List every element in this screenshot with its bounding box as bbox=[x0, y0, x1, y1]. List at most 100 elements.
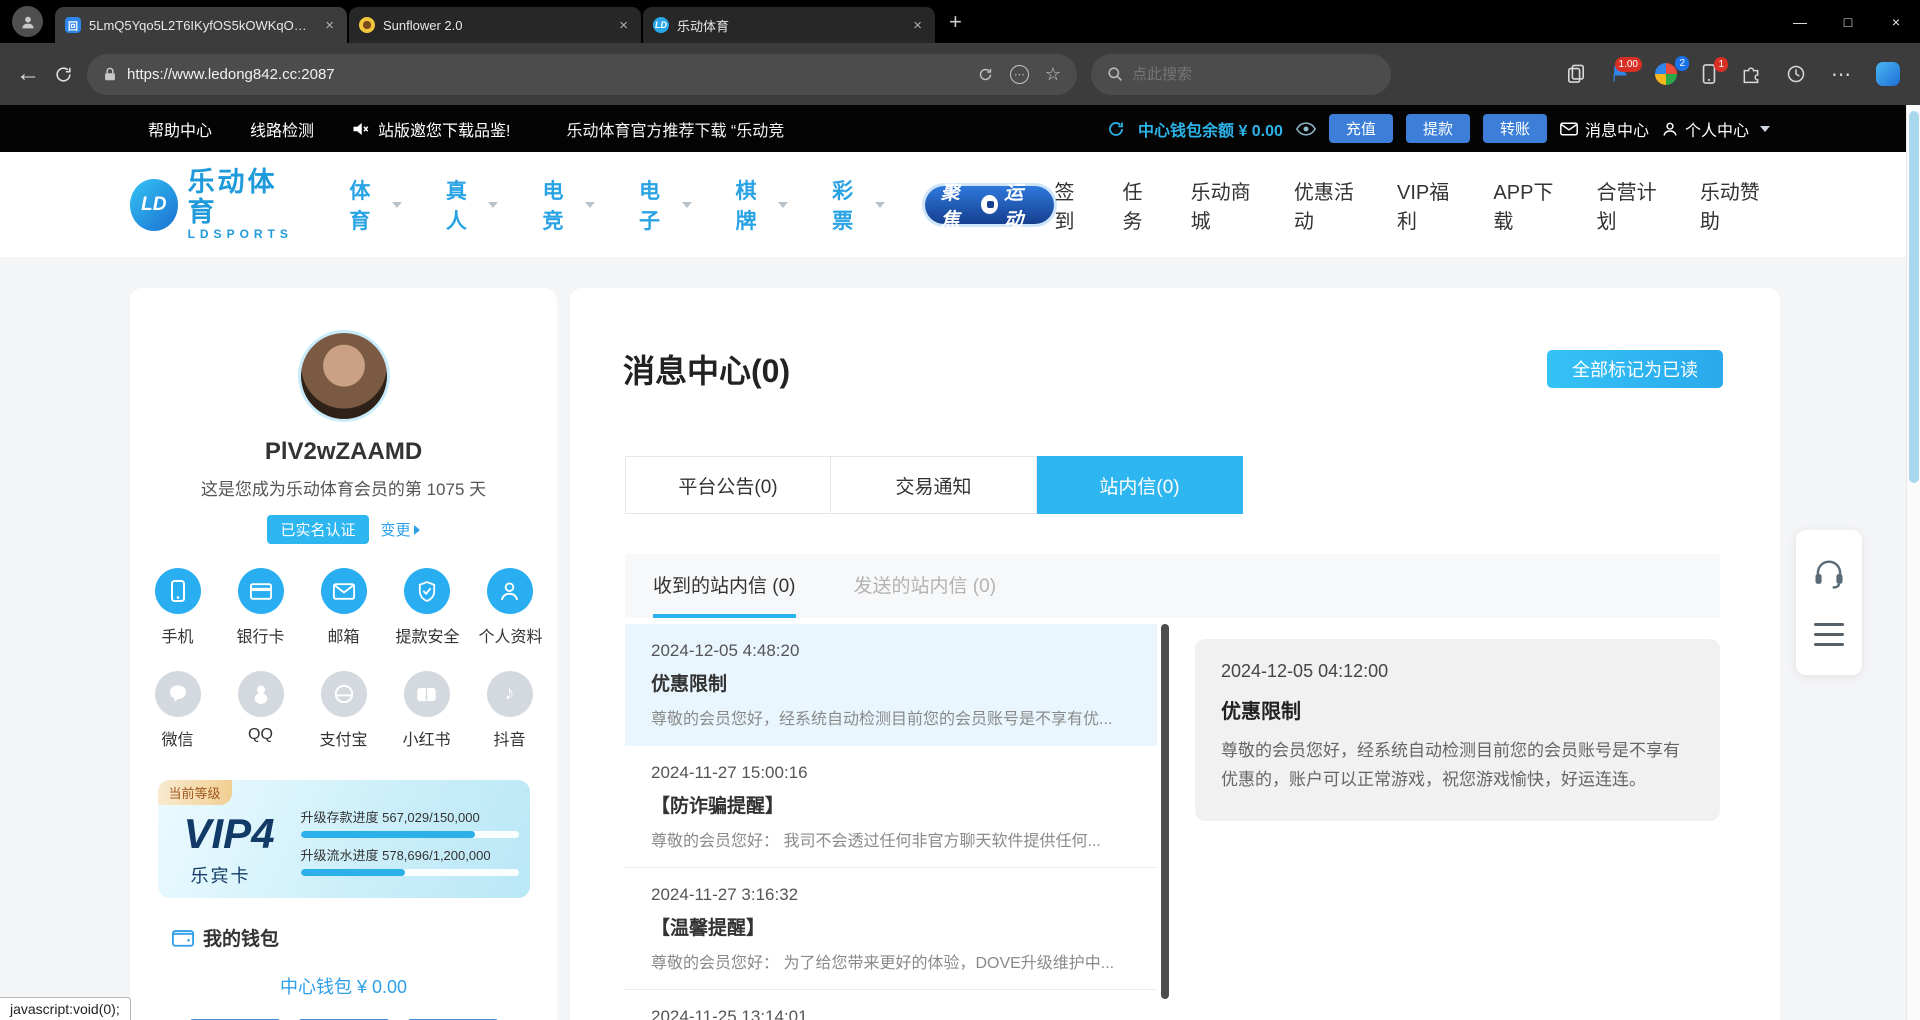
extensions-puzzle-icon[interactable] bbox=[1741, 64, 1761, 84]
message-date: 2024-11-27 15:00:16 bbox=[651, 763, 1131, 783]
favorite-star-icon[interactable]: ☆ bbox=[1045, 64, 1061, 85]
menu-hamburger-icon[interactable] bbox=[1814, 623, 1844, 646]
tab-platform-announcements[interactable]: 平台公告(0) bbox=[625, 456, 831, 514]
social-item-alipay[interactable]: 支付宝 bbox=[313, 671, 375, 750]
profile-sync-icon[interactable]: 2 bbox=[1655, 63, 1677, 85]
subtab-sent[interactable]: 发送的站内信 (0) bbox=[854, 554, 997, 618]
personal-center-menu[interactable]: 个人中心 bbox=[1662, 117, 1770, 141]
page-content: PlV2wZAAMD 这是您成为乐动体育会员的第 1075 天 已实名认证 变更… bbox=[0, 257, 1920, 1020]
tab-transaction-notices[interactable]: 交易通知 bbox=[831, 456, 1037, 514]
nav-item-sports[interactable]: 体育 bbox=[349, 175, 402, 235]
security-item-email[interactable]: 邮箱 bbox=[313, 568, 375, 647]
url-bar[interactable]: https://www.ledong842.cc:2087 ⋯ ☆ bbox=[87, 54, 1077, 95]
refresh-balance-icon[interactable] bbox=[1107, 120, 1125, 138]
url-text[interactable]: https://www.ledong842.cc:2087 bbox=[127, 66, 967, 83]
wallet-balance-label: 中心钱包余额 ¥ 0.00 bbox=[1138, 117, 1283, 141]
social-item-xiaohongshu[interactable]: 小红书 bbox=[396, 671, 458, 750]
message-list-item[interactable]: 2024-11-27 3:16:32 【温馨提醒】 尊敬的会员您好： 为了给您带… bbox=[625, 868, 1157, 990]
security-item-bankcard[interactable]: 银行卡 bbox=[230, 568, 292, 647]
browser-tab-1[interactable]: 回 5LmQ5Yqo5L2T6IKyfOS5kOWKqOS9... × bbox=[55, 7, 347, 43]
customer-service-headset-icon[interactable] bbox=[1813, 559, 1845, 589]
browser-profile-avatar[interactable] bbox=[12, 6, 43, 37]
copilot-sidebar-icon[interactable] bbox=[1876, 62, 1900, 86]
nav-item-lottery[interactable]: 彩票 bbox=[832, 175, 885, 235]
transfer-button[interactable]: 转账 bbox=[1483, 114, 1547, 143]
search-input[interactable] bbox=[1132, 66, 1342, 83]
vip-card-name: 乐宾卡 bbox=[191, 862, 251, 888]
security-item-withdraw-safety[interactable]: 提款安全 bbox=[396, 568, 458, 647]
message-preview: 尊敬的会员您好，经系统自动检测目前您的会员账号是不享有优... bbox=[651, 705, 1131, 729]
nav-link-signin[interactable]: 签到 bbox=[1054, 176, 1089, 234]
wechat-icon bbox=[155, 671, 201, 717]
tab-site-messages[interactable]: 站内信(0) bbox=[1037, 456, 1243, 514]
vip-card[interactable]: 当前等级 VIP4 乐宾卡 升级存款进度 567,029/150,000 升级流… bbox=[158, 780, 530, 898]
person-icon bbox=[1662, 121, 1678, 137]
message-date: 2024-11-27 3:16:32 bbox=[651, 885, 1131, 905]
withdraw-button[interactable]: 提款 bbox=[1406, 114, 1470, 143]
chevron-down-icon bbox=[585, 202, 595, 208]
page-scrollbar-thumb[interactable] bbox=[1909, 111, 1919, 483]
new-tab-button[interactable]: + bbox=[937, 9, 974, 35]
page-scrollbar-track[interactable] bbox=[1906, 105, 1920, 1020]
turnover-progress-label: 升级流水进度 578,696/1,200,000 bbox=[301, 845, 519, 864]
toggle-balance-eye-icon[interactable] bbox=[1296, 122, 1316, 136]
browser-tab-2[interactable]: Sunflower 2.0 × bbox=[349, 7, 641, 43]
close-window-button[interactable]: × bbox=[1872, 0, 1920, 43]
copy-page-icon[interactable] bbox=[1567, 64, 1585, 84]
reload-icon[interactable] bbox=[977, 66, 994, 83]
center-wallet-balance[interactable]: 中心钱包 ¥ 0.00 bbox=[130, 973, 557, 999]
security-item-profile[interactable]: 个人资料 bbox=[479, 568, 541, 647]
message-title: 【防诈骗提醒】 bbox=[651, 791, 1131, 818]
social-item-wechat[interactable]: 微信 bbox=[147, 671, 209, 750]
browser-tab-3[interactable]: LD 乐动体育 × bbox=[643, 7, 935, 43]
deposit-button[interactable]: 充值 bbox=[1329, 114, 1393, 143]
security-item-phone[interactable]: 手机 bbox=[147, 568, 209, 647]
close-tab-icon[interactable]: × bbox=[616, 17, 631, 34]
alipay-icon bbox=[321, 671, 367, 717]
close-tab-icon[interactable]: × bbox=[910, 17, 925, 34]
nav-item-slots[interactable]: 电子 bbox=[639, 175, 692, 235]
message-center-link[interactable]: 消息中心 bbox=[1560, 117, 1649, 141]
social-item-douyin[interactable]: ♪ 抖音 bbox=[479, 671, 541, 750]
nav-dropdown-group: 体育 真人 电竞 电子 棋牌 彩票 bbox=[349, 175, 884, 235]
nav-link-sponsor[interactable]: 乐动赞助 bbox=[1700, 176, 1770, 234]
close-tab-icon[interactable]: × bbox=[322, 17, 337, 34]
history-icon[interactable] bbox=[1786, 64, 1806, 84]
nav-link-promos[interactable]: 优惠活动 bbox=[1294, 176, 1364, 234]
rewards-icon[interactable]: 1.00 bbox=[1610, 64, 1630, 84]
help-center-link[interactable]: 帮助中心 bbox=[148, 117, 212, 141]
nav-link-app[interactable]: APP下载 bbox=[1493, 176, 1563, 234]
browser-tab-bar: 回 5LmQ5Yqo5L2T6IKyfOS5kOWKqOS9... × Sunf… bbox=[0, 0, 1920, 43]
nav-link-mall[interactable]: 乐动商城 bbox=[1191, 176, 1261, 234]
verified-badge: 已实名认证 bbox=[267, 515, 368, 544]
social-item-qq[interactable]: QQ bbox=[230, 671, 292, 750]
announcement[interactable]: 站版邀您下载品鉴! bbox=[352, 117, 510, 141]
search-box[interactable] bbox=[1091, 54, 1391, 95]
message-list-item[interactable]: 2024-12-05 4:48:20 优惠限制 尊敬的会员您好，经系统自动检测目… bbox=[625, 624, 1157, 746]
message-list-scrollbar[interactable] bbox=[1161, 624, 1169, 999]
message-list-item[interactable]: 2024-11-25 13:14:01 bbox=[625, 990, 1157, 1020]
nav-link-affiliate[interactable]: 合营计划 bbox=[1597, 176, 1667, 234]
avatar[interactable] bbox=[298, 330, 390, 422]
change-link[interactable]: 变更 bbox=[381, 519, 420, 540]
back-button[interactable]: ← bbox=[16, 62, 40, 86]
message-list-item[interactable]: 2024-11-27 15:00:16 【防诈骗提醒】 尊敬的会员您好： 我司不… bbox=[625, 746, 1157, 868]
refresh-button[interactable] bbox=[54, 65, 73, 84]
browser-menu-icon[interactable]: ⋯ bbox=[1831, 62, 1851, 87]
subtab-received[interactable]: 收到的站内信 (0) bbox=[653, 554, 796, 618]
nav-item-cards[interactable]: 棋牌 bbox=[736, 175, 789, 235]
nav-link-vip[interactable]: VIP福利 bbox=[1397, 176, 1460, 234]
nav-item-esports[interactable]: 电竞 bbox=[542, 175, 595, 235]
person-icon bbox=[487, 568, 533, 614]
nav-link-tasks[interactable]: 任务 bbox=[1123, 176, 1158, 234]
more-actions-icon[interactable]: ⋯ bbox=[1010, 65, 1029, 84]
nav-item-live[interactable]: 真人 bbox=[446, 175, 499, 235]
tab-title: 5LmQ5Yqo5L2T6IKyfOS5kOWKqOS9... bbox=[89, 18, 314, 33]
line-check-link[interactable]: 线路检测 bbox=[250, 117, 314, 141]
minimize-button[interactable]: — bbox=[1776, 0, 1824, 43]
maximize-button[interactable]: □ bbox=[1824, 0, 1872, 43]
phone-link-icon[interactable]: 1 bbox=[1702, 64, 1716, 84]
site-logo[interactable]: LD 乐动体育 LDSPORTS bbox=[130, 168, 297, 241]
mark-all-read-button[interactable]: 全部标记为已读 bbox=[1547, 350, 1723, 388]
focus-sports-badge[interactable]: 聚焦 运动 bbox=[925, 186, 1055, 224]
